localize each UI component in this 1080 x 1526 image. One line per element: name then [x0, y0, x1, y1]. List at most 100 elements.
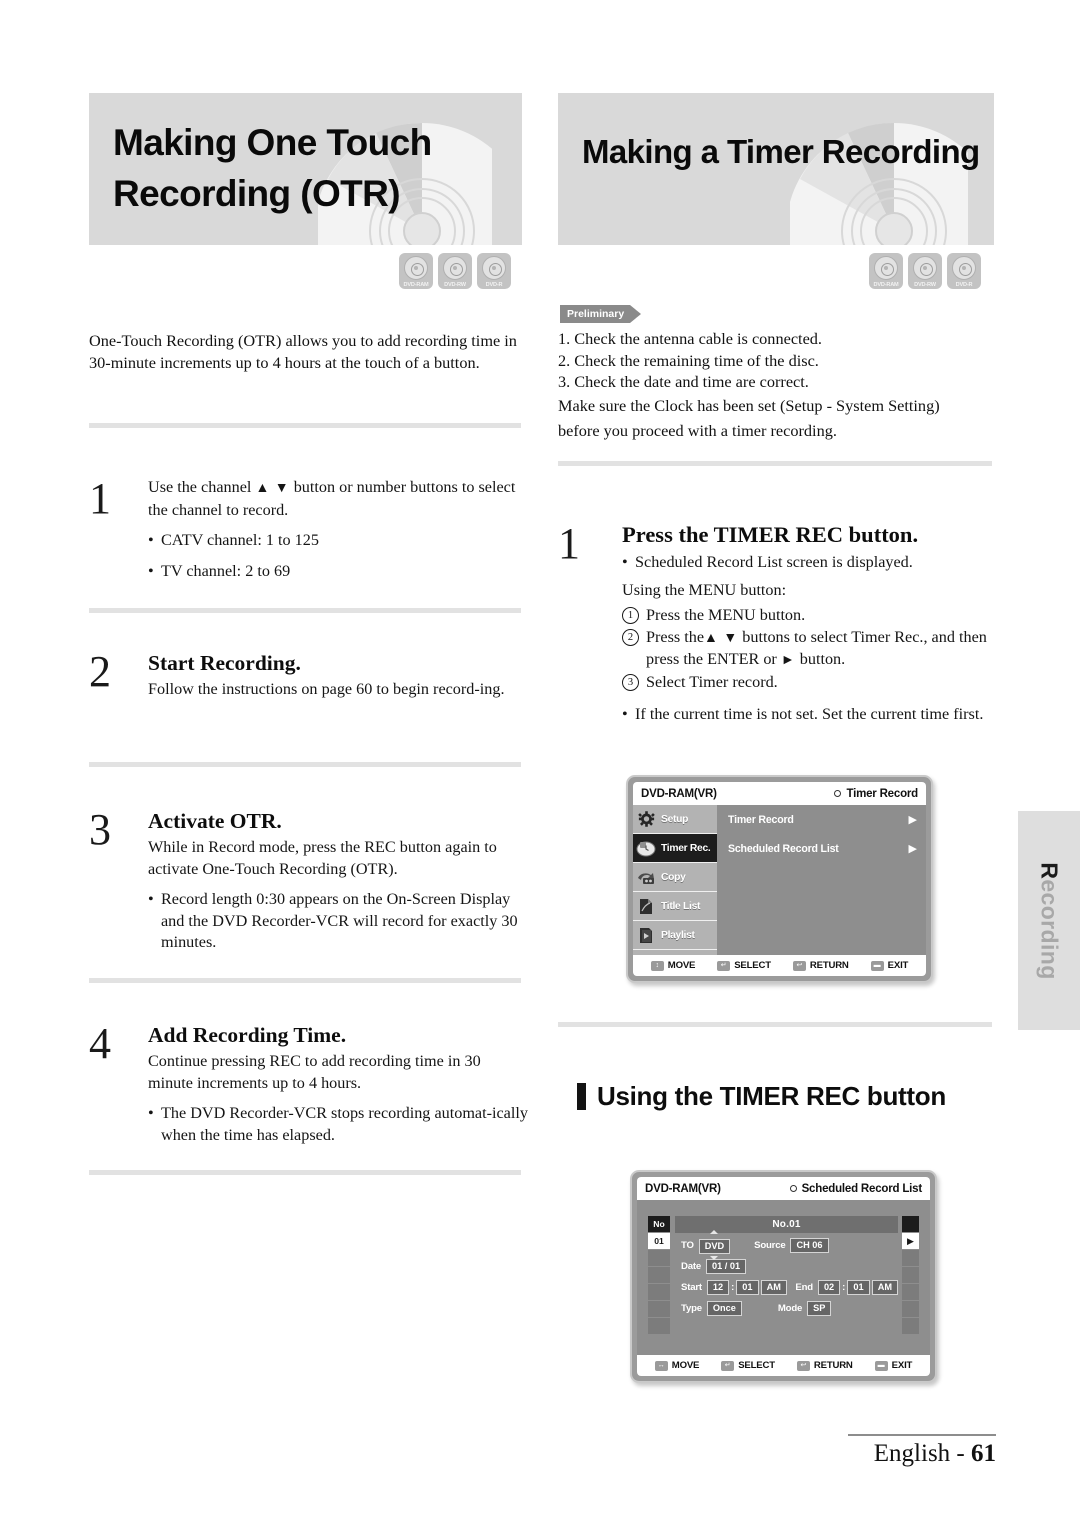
divider	[89, 423, 521, 428]
osd-number-column: No 01	[648, 1216, 670, 1335]
circled-number: 2	[622, 628, 639, 646]
osd-screen-title-wrap: Scheduled Record List	[789, 1182, 923, 1195]
osd-disc-type: DVD-RAM(VR)	[641, 787, 717, 800]
gear-icon	[636, 810, 657, 829]
exit-key-icon: ▬	[874, 1360, 888, 1371]
format-icons-left: DVD-RAM DVD-RW DVD-R	[399, 253, 511, 289]
osd-sidebar-nav: Setup Timer Rec. Copy Title List Playlis…	[633, 805, 725, 976]
osd-label-start: Start	[681, 1281, 702, 1293]
divider	[89, 1170, 521, 1175]
osd-right-cell	[902, 1284, 919, 1301]
osd-footer-label: RETURN	[809, 960, 849, 971]
osd-value-start-ampm[interactable]: AM	[760, 1279, 787, 1295]
osd-content-pane: Timer Record ▶ Scheduled Record List ▶	[717, 805, 926, 955]
bullet-dot-icon	[789, 1185, 797, 1192]
osd-footer-label: SELECT	[738, 1360, 775, 1371]
osd-screen-title: Scheduled Record List	[801, 1182, 923, 1195]
circled-step-item: 2 Press the▲ ▼ buttons to select Timer Re…	[622, 627, 998, 672]
osd-footer-label: EXIT	[887, 960, 909, 971]
left-banner: Making One Touch Recording (OTR)	[89, 93, 522, 245]
preliminary-note-1: Make sure the Clock has been set (Setup …	[558, 395, 940, 415]
osd-titlebar: DVD-RAM(VR) Scheduled Record List	[637, 1177, 930, 1200]
osd-nav-timer-rec[interactable]: Timer Rec.	[633, 834, 717, 863]
osd-footer-label: EXIT	[891, 1360, 913, 1371]
osd-label-to: TO	[681, 1239, 694, 1251]
right-banner: Making a Timer Recording	[558, 93, 994, 245]
osd-footer-bar: ↔ MOVE ↵ SELECT ↩ RETURN ▬ EXIT	[637, 1355, 930, 1376]
format-label: DVD-R	[485, 282, 503, 288]
format-icon-dvd-ram: DVD-RAM	[399, 253, 433, 289]
divider	[89, 608, 521, 613]
osd-titlebar: DVD-RAM(VR) Timer Record	[633, 782, 926, 805]
osd-right-cell	[902, 1318, 919, 1335]
osd-no-header: No	[648, 1216, 670, 1233]
osd-right-arrow-cell[interactable]: ▶	[902, 1233, 919, 1250]
osd-footer-select: ↵ SELECT	[721, 1360, 775, 1371]
osd-no-row[interactable]	[648, 1250, 670, 1267]
osd-value-end-hour[interactable]: 02	[817, 1279, 841, 1295]
osd-right-cell	[902, 1250, 919, 1267]
preliminary-badge: Preliminary	[560, 304, 642, 324]
osd-footer-label: SELECT	[734, 960, 771, 971]
osd-form-row-date: Date 01 / 01	[681, 1258, 898, 1274]
osd-form-row-time: Start 12 : 01 AM End 02 : 01 AM	[681, 1279, 898, 1295]
osd-no-row[interactable]	[648, 1318, 670, 1335]
osd-right-cell	[902, 1267, 919, 1284]
osd-footer-return: ↩ RETURN	[796, 1360, 853, 1371]
step-text-pre: Use the channel	[148, 478, 252, 496]
osd-form-row-type-mode: Type Once Mode SP	[681, 1300, 898, 1316]
osd-no-row[interactable]	[648, 1284, 670, 1301]
format-icon-dvd-r: DVD-R	[947, 253, 981, 289]
preliminary-badge-label: Preliminary	[560, 305, 631, 323]
osd-panel-title: No.01	[675, 1216, 898, 1233]
osd-row-label: Scheduled Record List	[728, 842, 839, 855]
osd-value-start-min[interactable]: 01	[736, 1279, 759, 1295]
osd-value-end-ampm[interactable]: AM	[871, 1279, 898, 1295]
osd-nav-label: Playlist	[661, 929, 695, 941]
preliminary-line: 3. Check the date and time are correct.	[558, 372, 809, 391]
circled-step-item: 1 Press the MENU button.	[622, 605, 998, 627]
chevron-down-icon	[710, 1256, 719, 1260]
disc-icon	[913, 256, 937, 280]
osd-right-header	[902, 1216, 919, 1233]
osd-no-row[interactable]	[648, 1267, 670, 1284]
format-icon-dvd-rw: DVD-RW	[438, 253, 472, 289]
osd-footer-exit: ▬ EXIT	[874, 1360, 913, 1371]
osd-footer-return: ↩ RETURN	[792, 960, 849, 971]
step-heading: Press the TIMER REC button.	[622, 522, 919, 547]
osd-nav-label: Title List	[661, 900, 701, 912]
move-key-icon: ↔	[654, 1360, 668, 1371]
osd-value-source[interactable]: CH 06	[790, 1237, 829, 1253]
osd-nav-playlist[interactable]: Playlist	[633, 921, 717, 950]
osd-value-start-hour[interactable]: 12	[706, 1279, 730, 1295]
osd-nav-setup[interactable]: Setup	[633, 805, 717, 834]
osd-nav-copy[interactable]: Copy	[633, 863, 717, 892]
osd-value-type[interactable]: Once	[706, 1300, 742, 1316]
osd-no-row[interactable]: 01	[648, 1233, 670, 1250]
preliminary-line: 2. Check the remaining time of the disc.	[558, 350, 819, 370]
format-icons-right: DVD-RAM DVD-RW DVD-R	[869, 253, 981, 289]
step-bullets: The DVD Recorder-VCR stops recording aut…	[148, 1103, 529, 1146]
bullet-item: The DVD Recorder-VCR stops recording aut…	[148, 1103, 529, 1146]
osd-value-mode[interactable]: SP	[807, 1300, 832, 1316]
disc-icon	[443, 256, 467, 280]
return-key-icon: ↩	[792, 960, 806, 971]
osd-nav-title-list[interactable]: Title List	[633, 892, 717, 921]
circled-steps-list: 1 Press the MENU button. 2 Press the▲ ▼ bu…	[622, 605, 998, 693]
manual-page: Recording Making One Touch Recording (OT…	[0, 0, 1080, 1526]
osd-value-date[interactable]: 01 / 01	[706, 1258, 747, 1274]
osd-spinner-to[interactable]: DVD	[698, 1230, 731, 1260]
osd-row-scheduled-record-list[interactable]: Scheduled Record List ▶	[717, 834, 926, 863]
osd-value-end-min[interactable]: 01	[847, 1279, 870, 1295]
left-banner-title: Making One Touch Recording (OTR)	[113, 122, 432, 214]
select-key-icon: ↵	[717, 960, 731, 971]
osd-label-mode: Mode	[777, 1302, 803, 1314]
bullet-item: CATV channel: 1 to 125	[148, 530, 529, 552]
step-text: While in Record mode, press the REC butt…	[148, 838, 497, 878]
footer-language: English -	[873, 1440, 971, 1467]
osd-row-timer-record[interactable]: Timer Record ▶	[717, 805, 926, 834]
divider	[558, 461, 992, 466]
playlist-icon	[636, 926, 657, 945]
osd-no-row[interactable]	[648, 1301, 670, 1318]
osd-form: TO DVD Source CH 06 Date 01 / 01 Start 1…	[675, 1230, 898, 1316]
